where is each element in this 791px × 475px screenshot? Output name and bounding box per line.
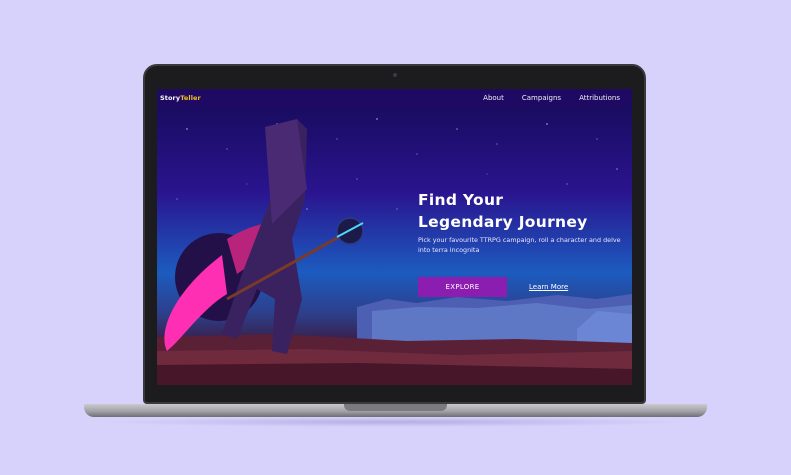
website-screen: StoryTeller About Campaigns Attributions… <box>157 89 632 385</box>
hero-title-line-2: Legendary Journey <box>418 213 588 231</box>
hero-subtitle: Pick your favourite TTRPG campaign, roll… <box>418 236 621 254</box>
nav-link-about[interactable]: About <box>483 94 504 102</box>
navbar: StoryTeller About Campaigns Attributions <box>157 89 632 107</box>
learn-more-link[interactable]: Learn More <box>529 283 568 291</box>
hero-title-line-1: Find Your <box>418 191 504 209</box>
hero-section: Find Your Legendary Journey Pick your fa… <box>418 189 632 255</box>
logo[interactable]: StoryTeller <box>160 94 201 102</box>
nav-links: About Campaigns Attributions <box>483 94 620 102</box>
logo-accent-text: Teller <box>180 94 201 102</box>
laptop-notch <box>344 404 447 411</box>
hero-title: Find Your Legendary Journey <box>418 189 632 233</box>
explore-button[interactable]: EXPLORE <box>418 277 507 297</box>
camera-icon <box>393 73 397 77</box>
laptop-shadow <box>100 417 690 427</box>
logo-text: Story <box>160 94 181 102</box>
nav-link-attributions[interactable]: Attributions <box>579 94 620 102</box>
nav-link-campaigns[interactable]: Campaigns <box>522 94 561 102</box>
